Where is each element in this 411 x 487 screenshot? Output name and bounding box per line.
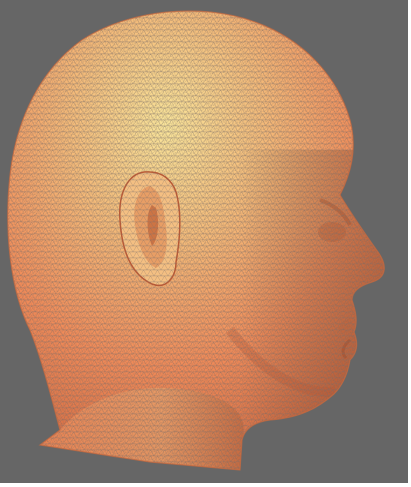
frame-bottom-edge — [0, 483, 411, 487]
render-viewport[interactable] — [0, 0, 408, 483]
head-mesh-render — [0, 0, 408, 483]
